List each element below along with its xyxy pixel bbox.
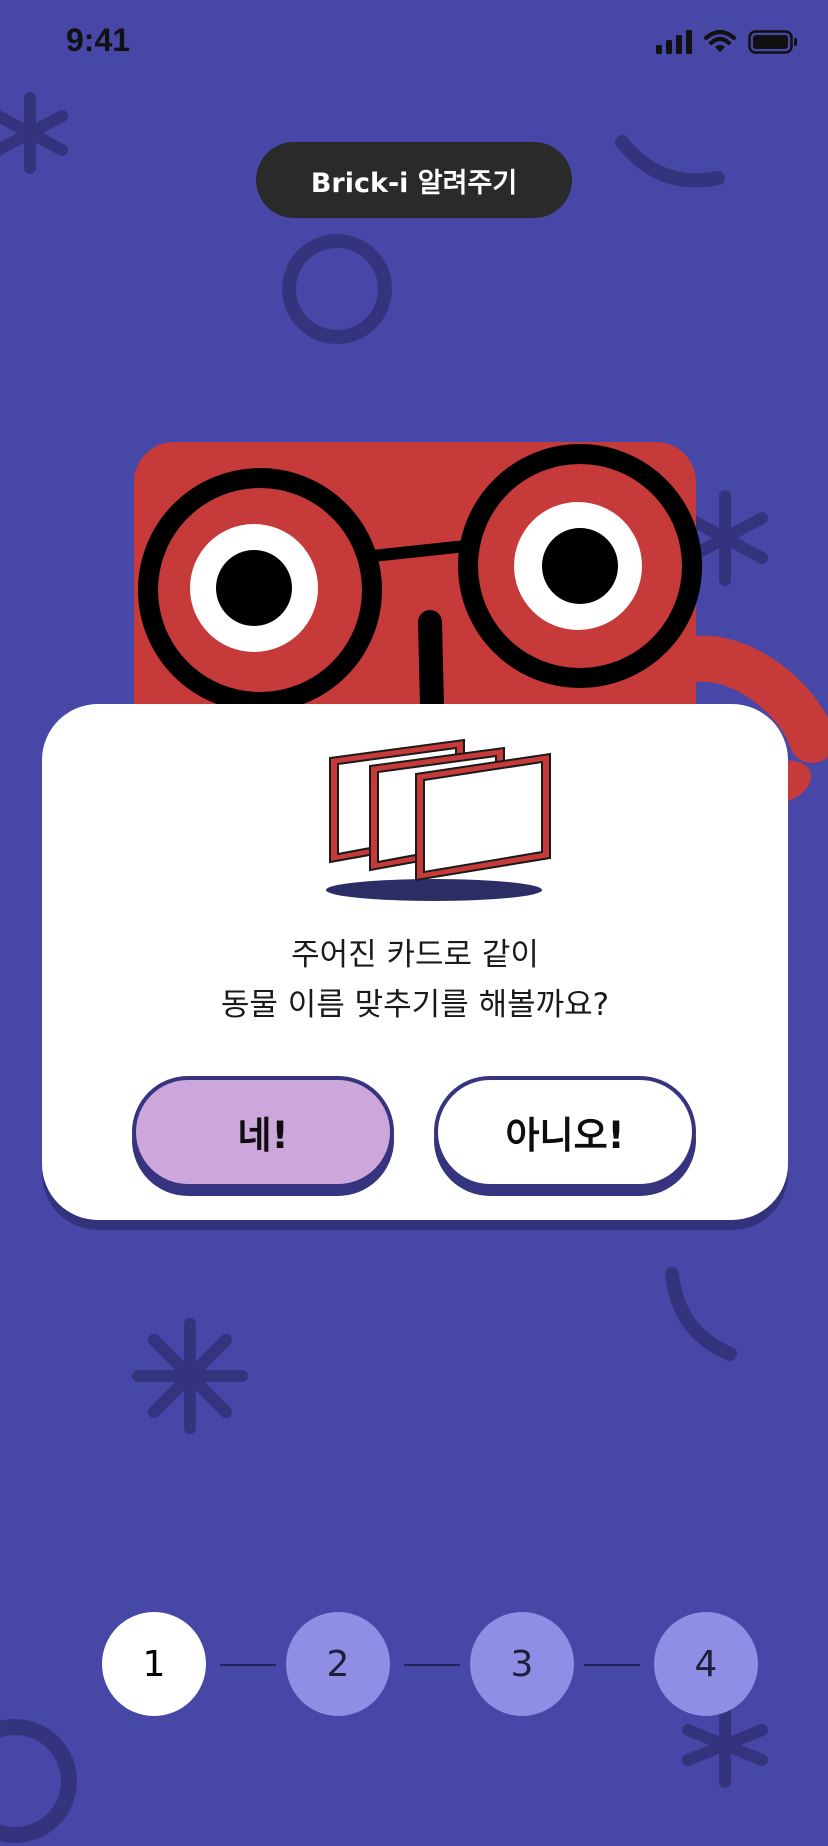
step-connector	[404, 1664, 460, 1666]
step-3[interactable]: 3	[470, 1612, 574, 1716]
step-4[interactable]: 4	[654, 1612, 758, 1716]
cards-icon	[326, 738, 551, 901]
step-1[interactable]: 1	[102, 1612, 206, 1716]
step-connector	[584, 1664, 640, 1666]
question-text: 주어진 카드로 같이 동물 이름 맞추기를 해볼까요?	[42, 930, 788, 1030]
question-line-1: 주어진 카드로 같이	[291, 937, 539, 973]
step-connector	[220, 1664, 276, 1666]
step-2[interactable]: 2	[286, 1612, 390, 1716]
step-indicator: 1 2 3 4	[0, 1612, 828, 1722]
yes-button[interactable]: 네!	[132, 1076, 394, 1188]
question-line-2: 동물 이름 맞추기를 해볼까요?	[220, 987, 610, 1023]
no-button[interactable]: 아니오!	[434, 1076, 696, 1188]
